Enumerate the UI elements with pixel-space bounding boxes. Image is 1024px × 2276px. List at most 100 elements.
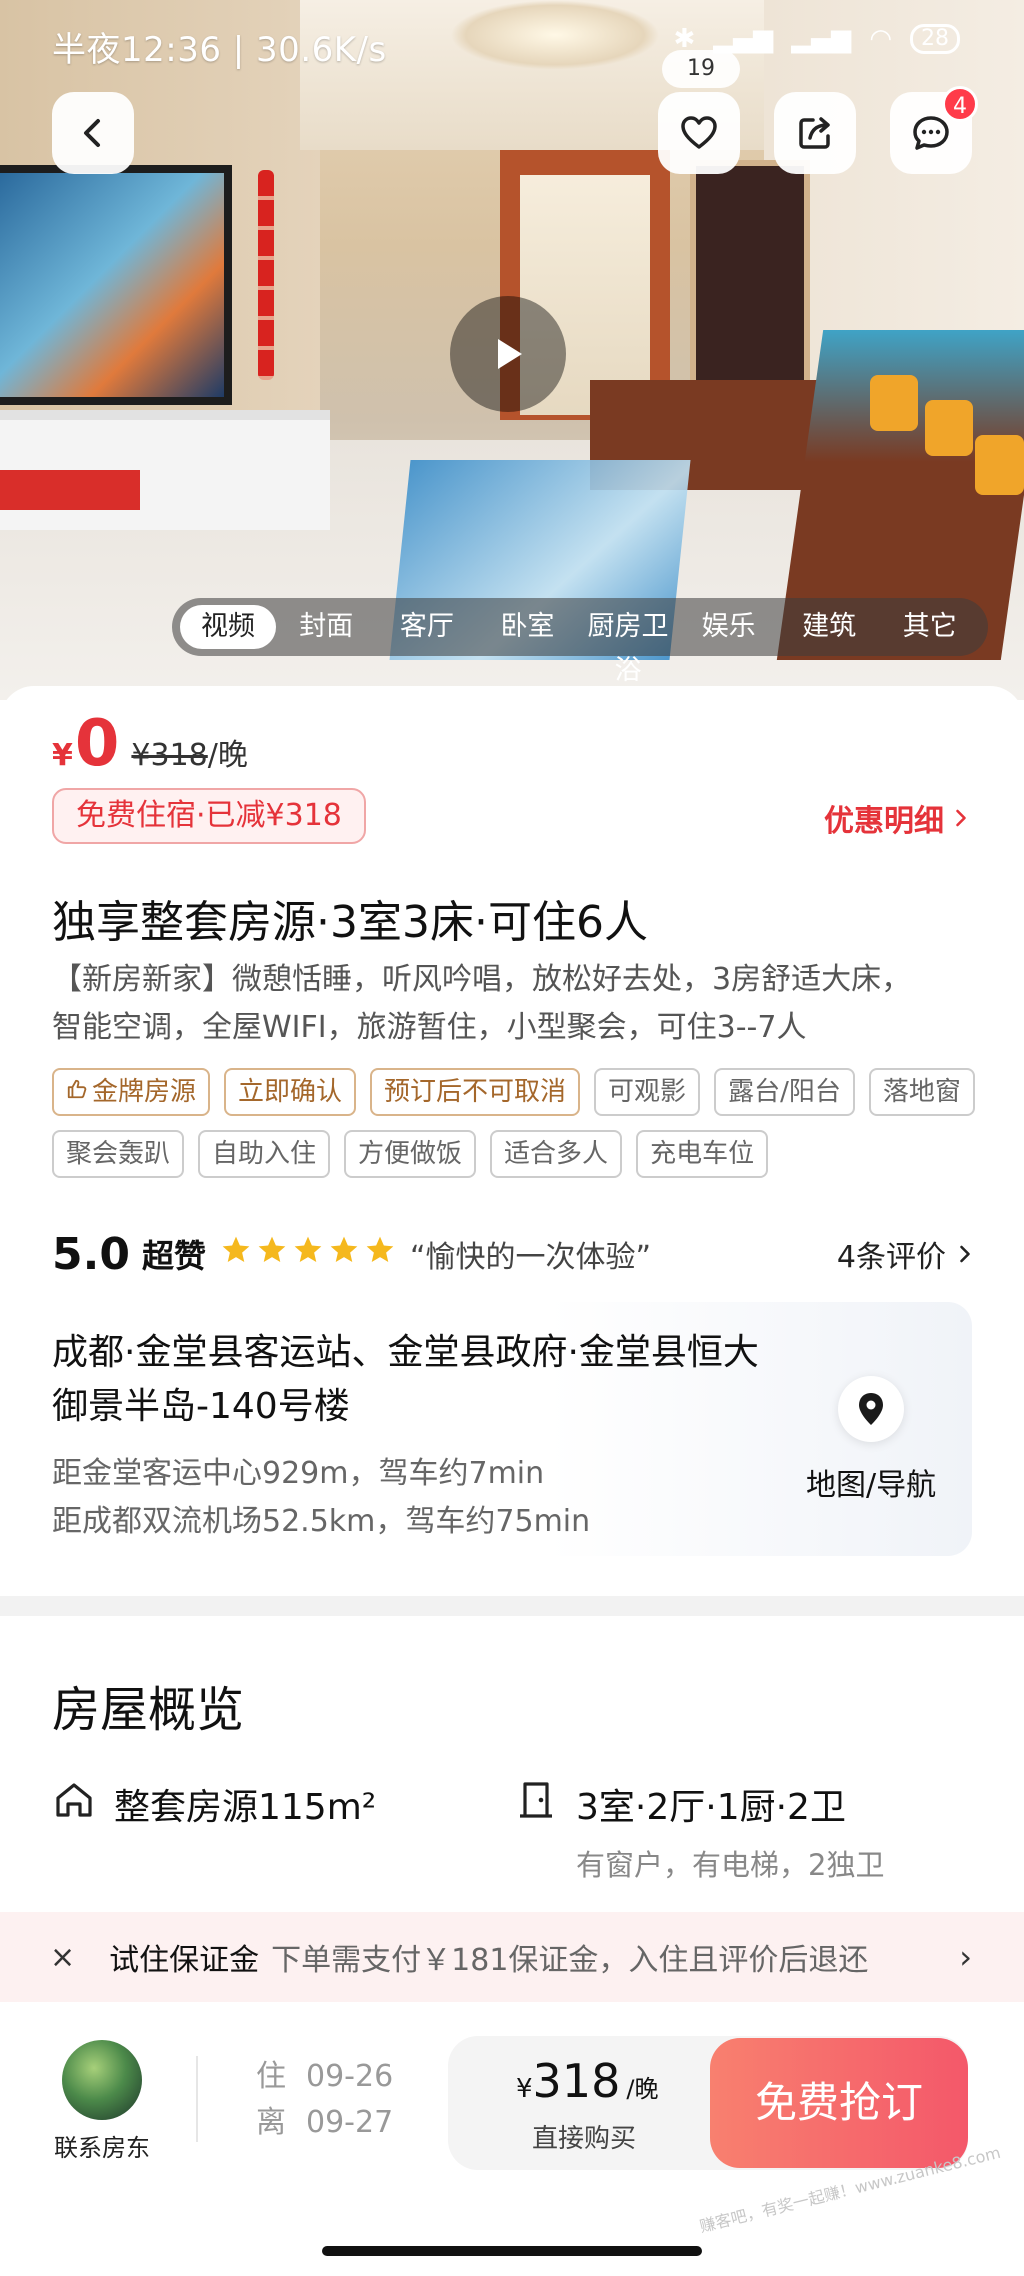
media-tab[interactable]: 封面 [276,605,377,649]
heart-icon [681,116,717,149]
feature-tag: 落地窗 [868,1068,975,1116]
photo-lanterns [258,170,274,380]
distance-line: 距成都双流机场52.5km，驾车约75min [52,1504,591,1539]
map-pin-button[interactable] [838,1376,904,1442]
host-avatar [62,2040,142,2120]
checkin-date: 09-26 [306,2059,394,2094]
rating-row[interactable]: 5.0 超赞 “愉快的一次体验” 4条评价 [52,1224,972,1284]
star-icon [292,1234,324,1275]
overview-rooms-detail: 有窗户，有电梯，2独卫 [576,1848,885,1882]
favorite-button[interactable] [658,92,740,174]
door-icon [520,1782,552,1818]
star-icon [220,1234,252,1275]
listing-description: 【新房新家】微憩恬睡，听风吟唱，放松好去处，3房舒适大床， 智能空调，全屋WIF… [52,956,982,1052]
address-card[interactable]: 成都·金堂县客运站、金堂县政府·金堂县恒大 御景半岛-140号楼 距金堂客运中心… [30,1302,972,1556]
contact-host-button[interactable]: 联系房东 [52,2040,152,2163]
media-tab[interactable]: 客厅 [377,605,478,649]
photo-pillow [925,400,973,456]
photo-entry-door [690,160,810,390]
star-icon [256,1234,288,1275]
media-category-tabs: 视频 封面 客厅 卧室 厨房卫浴 娱乐 建筑 其它 [172,598,988,686]
media-tab[interactable]: 视频 [180,605,276,649]
booking-bar: 联系房东 住 09-26 离 09-27 ¥ 318 /晚 直接购买 免费抢订 赚客… [0,2002,1024,2276]
discount-details-label: 优惠明细 [824,804,944,839]
feature-tag-label: 充电车位 [650,1139,755,1169]
price-row: ¥ 0 ¥318 /晚 [52,712,248,776]
buy-price-unit: /晚 [626,2075,659,2103]
media-tab[interactable]: 娱乐 [678,605,779,649]
chat-icon [913,116,949,150]
share-icon [799,117,830,149]
feature-tag-label: 方便做饭 [358,1139,463,1169]
house-icon [56,1783,92,1817]
play-video-button[interactable] [450,296,566,412]
feature-tag-label: 聚会轰趴 [66,1139,171,1169]
listing-card: ¥ 0 ¥318 /晚 免费住宿·已减¥318 优惠明细 独享整套房源·3室3床… [0,686,1024,1596]
checkin-row: 住 09-26 [256,2054,393,2100]
review-quote: “愉快的一次体验” [409,1240,652,1275]
photo-pillow [870,375,918,431]
checkin-key: 住 [256,2059,286,2094]
deposit-text: 下单需支付￥181保证金，入住且评价后退还 [271,1943,869,1978]
media-tab[interactable]: 其它 [879,605,980,649]
contact-host-label: 联系房东 [54,2134,150,2162]
deposit-banner[interactable]: × 试住保证金 下单需支付￥181保证金，入住且评价后退还 › [0,1912,1024,2002]
feature-tag-label: 露台/阳台 [728,1077,841,1107]
rating-stars [220,1234,396,1275]
share-button[interactable] [774,92,856,174]
feature-tag-label: 落地窗 [882,1077,961,1107]
overview-rooms: 3室·2厅·1厨·2卫 有窗户，有电梯，2独卫 [514,1778,884,1884]
overview-title: 房屋概览 [52,1682,245,1738]
price-unit: /晚 [207,738,248,773]
feature-tag: 预订后不可取消 [370,1068,581,1116]
play-icon [498,339,522,369]
media-tab[interactable]: 卧室 [477,605,578,649]
home-indicator[interactable] [322,2246,702,2256]
feature-tag-label: 立即确认 [238,1077,343,1107]
location-pin-icon [859,1393,883,1425]
close-icon[interactable]: × [50,1940,75,1975]
discount-details-link[interactable]: 优惠明细 [824,796,968,840]
feature-tag: 聚会轰趴 [52,1130,185,1178]
buy-currency: ¥ [516,2074,533,2104]
thumbs-up-icon [66,1070,88,1114]
description-line: 【新房新家】微憩恬睡，听风吟唱，放松好去处，3房舒适大床， [52,962,912,997]
feature-tag-label: 金牌房源 [92,1077,197,1107]
listing-title: 独享整套房源·3室3床·可住6人 [52,897,648,948]
buy-price-value: 318 [532,2054,621,2108]
chevron-right-icon: › [959,1938,972,1976]
photo-pillow [975,435,1024,495]
free-book-button[interactable]: 免费抢订 [710,2038,968,2168]
chevron-right-icon [956,809,966,827]
feature-tag-label: 预订后不可取消 [384,1077,567,1107]
checkout-key: 离 [256,2105,286,2140]
media-tab[interactable]: 建筑 [779,605,880,649]
feature-tags: 金牌房源 立即确认 预订后不可取消 可观影 露台/阳台 落地窗聚会轰趴 自助入住 方便做饭 适合… [52,1068,992,1178]
media-tab[interactable]: 厨房卫浴 [578,605,679,686]
back-button[interactable] [52,92,134,174]
overview-area: 整套房源115m² [52,1778,376,1830]
feature-tag-label: 适合多人 [504,1139,609,1169]
chevron-left-icon [84,119,100,147]
feature-tag-label: 自助入住 [212,1139,317,1169]
address-line: 御景半岛-140号楼 [52,1386,350,1427]
photo-red-tray [0,470,140,510]
feature-tag: 自助入住 [198,1130,331,1178]
map-navigation-label[interactable]: 地图/导航 [806,1460,936,1504]
feature-tag: 可观影 [594,1068,701,1116]
hero-gallery[interactable]: 半夜12:36 | 30.6K/s ✱ ▂▄▆ ▂▄▆ ◠ 28 19 4 视频… [0,0,1024,700]
current-price: 0 [74,707,120,781]
reviews-link[interactable]: 4条评价 [837,1232,972,1276]
rating-label: 超赞 [141,1237,206,1275]
photo-tv [0,165,232,405]
address-line: 成都·金堂县客运站、金堂县政府·金堂县恒大 [52,1332,759,1373]
feature-tag: 露台/阳台 [714,1068,855,1116]
feature-tag: 方便做饭 [344,1130,477,1178]
message-button[interactable]: 4 [890,86,978,174]
feature-tag: 适合多人 [490,1130,623,1178]
description-line: 智能空调，全屋WIFI，旅游暂住，小型聚会，可住3--7人 [52,1010,807,1045]
signal-icon: ▂▄▆ [791,24,852,54]
distance-line: 距金堂客运中心929m，驾车约7min [52,1456,545,1491]
checkout-date: 09-27 [306,2105,394,2140]
stay-dates[interactable]: 住 09-26 离 09-27 [256,2054,393,2146]
